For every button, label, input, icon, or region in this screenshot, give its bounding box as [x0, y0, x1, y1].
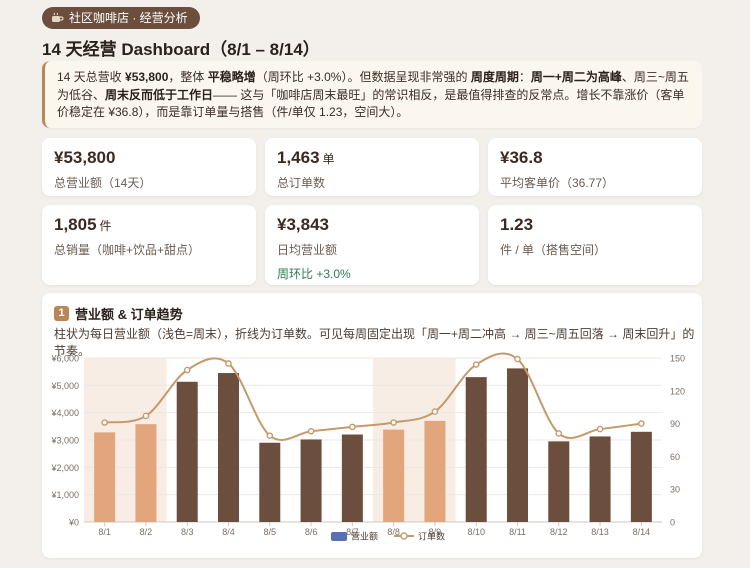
orders-point	[266, 432, 274, 439]
orders-point	[142, 412, 150, 420]
x-tick-label: 8/3	[181, 527, 194, 537]
y-right-tick-label: 30	[670, 485, 680, 495]
revenue-bar	[465, 377, 487, 522]
chart-title-text: 营业额 & 订单趋势	[75, 307, 183, 322]
x-tick-label: 8/6	[305, 527, 318, 537]
summary-highlight: 周度周期	[470, 70, 519, 84]
x-tick-label: 8/1	[98, 527, 111, 537]
kpi-value: 1,805 件	[54, 215, 112, 234]
revenue-bar	[548, 441, 570, 522]
revenue-bar	[507, 368, 528, 522]
revenue-bar	[383, 429, 405, 522]
y-left-tick-label: ¥3,000	[50, 436, 79, 446]
summary-highlight: 周一+周二为高峰	[530, 70, 622, 84]
summary-text: 14 天总营收	[57, 70, 126, 84]
chart-card-revenue-orders: 1 营业额 & 订单趋势 柱状为每日营业额（浅色=周末），折线为订单数。可见每周…	[42, 293, 702, 558]
summary-text: ：	[518, 70, 531, 84]
kpi-label: 总订单数	[277, 176, 326, 190]
kpi-card-daily-revenue: ¥3,843 日均营业额 周环比 +3.0%	[265, 205, 479, 285]
x-tick-label: 8/4	[222, 527, 235, 537]
chart-title: 1 营业额 & 订单趋势	[54, 304, 183, 323]
orders-point	[431, 408, 439, 415]
section-tag-label: 社区咖啡店 · 经营分析	[69, 11, 188, 25]
revenue-bar	[218, 373, 239, 522]
section-number-badge: 1	[54, 306, 69, 321]
revenue-bar	[300, 439, 322, 522]
y-left-tick-label: ¥5,000	[50, 381, 79, 391]
kpi-delta-badge: 周环比 +3.0%	[277, 267, 351, 281]
summary-text: （周环比 +3.0%）。但数据呈现非常强的	[255, 70, 471, 84]
revenue-bar	[341, 434, 363, 522]
y-right-tick-label: 60	[670, 452, 680, 462]
y-right-tick-label: 90	[670, 419, 680, 429]
revenue-bar	[424, 420, 446, 522]
orders-point	[596, 425, 604, 433]
y-left-tick-label: ¥4,000	[50, 408, 79, 418]
page-title: 14 天经营 Dashboard（8/1 – 8/14）	[42, 40, 320, 59]
revenue-bar	[94, 432, 116, 522]
x-tick-label: 8/12	[550, 527, 568, 537]
orders-point	[183, 366, 191, 374]
kpi-card-orders: 1,463 单 总订单数	[265, 138, 479, 196]
y-left-tick-label: ¥6,000	[50, 354, 79, 364]
kpi-label: 日均营业额	[277, 243, 338, 257]
x-tick-label: 8/5	[264, 527, 277, 537]
summary-callout: 14 天总营收 ¥53,800，整体 平稳略增（周环比 +3.0%）。但数据呈现…	[42, 61, 702, 128]
x-tick-label: 8/2	[140, 527, 153, 537]
orders-point	[555, 430, 563, 437]
y-right-tick-label: 150	[670, 354, 685, 364]
kpi-value: ¥3,843	[277, 215, 329, 234]
x-tick-label: 8/10	[467, 527, 485, 537]
legend-swatch-revenue	[331, 532, 347, 541]
legend-label-orders: 订单数	[418, 531, 445, 542]
kpi-card-revenue: ¥53,800 总营业额（14天）	[42, 138, 256, 196]
y-right-tick-label: 0	[670, 518, 675, 528]
revenue-bar	[589, 436, 611, 522]
kpi-label: 平均客单价（36.77）	[500, 176, 615, 190]
legend-label-revenue: 营业额	[351, 531, 378, 542]
y-left-tick-label: ¥2,000	[50, 463, 79, 473]
orders-point	[514, 355, 521, 363]
kpi-value: 1,463 单	[277, 148, 335, 167]
orders-point	[390, 419, 397, 426]
kpi-value: ¥36.8	[500, 148, 543, 167]
kpi-label: 总营业额（14天）	[54, 176, 152, 190]
section-tag: 社区咖啡店 · 经营分析	[42, 7, 200, 29]
y-left-tick-label: ¥0	[68, 518, 79, 528]
kpi-label: 件 / 单（搭售空间）	[500, 243, 607, 257]
y-left-tick-label: ¥1,000	[50, 490, 79, 500]
kpi-value: 1.23	[500, 215, 534, 234]
x-tick-label: 8/13	[591, 527, 609, 537]
y-right-tick-label: 120	[670, 386, 685, 396]
kpi-label: 总销量（咖啡+饮品+甜点）	[54, 243, 201, 257]
kpi-value: ¥53,800	[54, 148, 116, 167]
x-tick-label: 8/11	[509, 527, 526, 537]
revenue-bar	[135, 424, 157, 522]
kpi-card-total-items: 1,805 件 总销量（咖啡+饮品+甜点）	[42, 205, 256, 285]
revenue-bar	[176, 381, 198, 522]
orders-point	[307, 427, 315, 435]
orders-point	[349, 423, 356, 431]
summary-highlight: ¥53,800	[125, 70, 169, 84]
revenue-bar	[259, 442, 281, 522]
summary-highlight: 平稳略增	[207, 70, 256, 84]
kpi-card-avg-ticket: ¥36.8 平均客单价（36.77）	[488, 138, 702, 196]
summary-highlight: 周末反而低于工作日	[105, 87, 214, 102]
kpi-card-items-per-order: 1.23 件 / 单（搭售空间）	[488, 205, 702, 285]
legend-swatch-orders-dot	[400, 532, 408, 540]
orders-point	[472, 361, 480, 368]
orders-point	[225, 360, 232, 367]
summary-text: ，整体	[168, 70, 208, 84]
x-tick-label: 8/14	[633, 527, 651, 537]
orders-point	[638, 420, 645, 427]
revenue-orders-chart: ¥0 ¥1,000 ¥2,000 ¥3,000 ¥4,000 ¥5,000 ¥6,000 0 3…	[50, 352, 685, 542]
revenue-bar	[630, 431, 652, 522]
orders-point	[101, 419, 108, 426]
coffee-cup-icon	[52, 12, 64, 22]
